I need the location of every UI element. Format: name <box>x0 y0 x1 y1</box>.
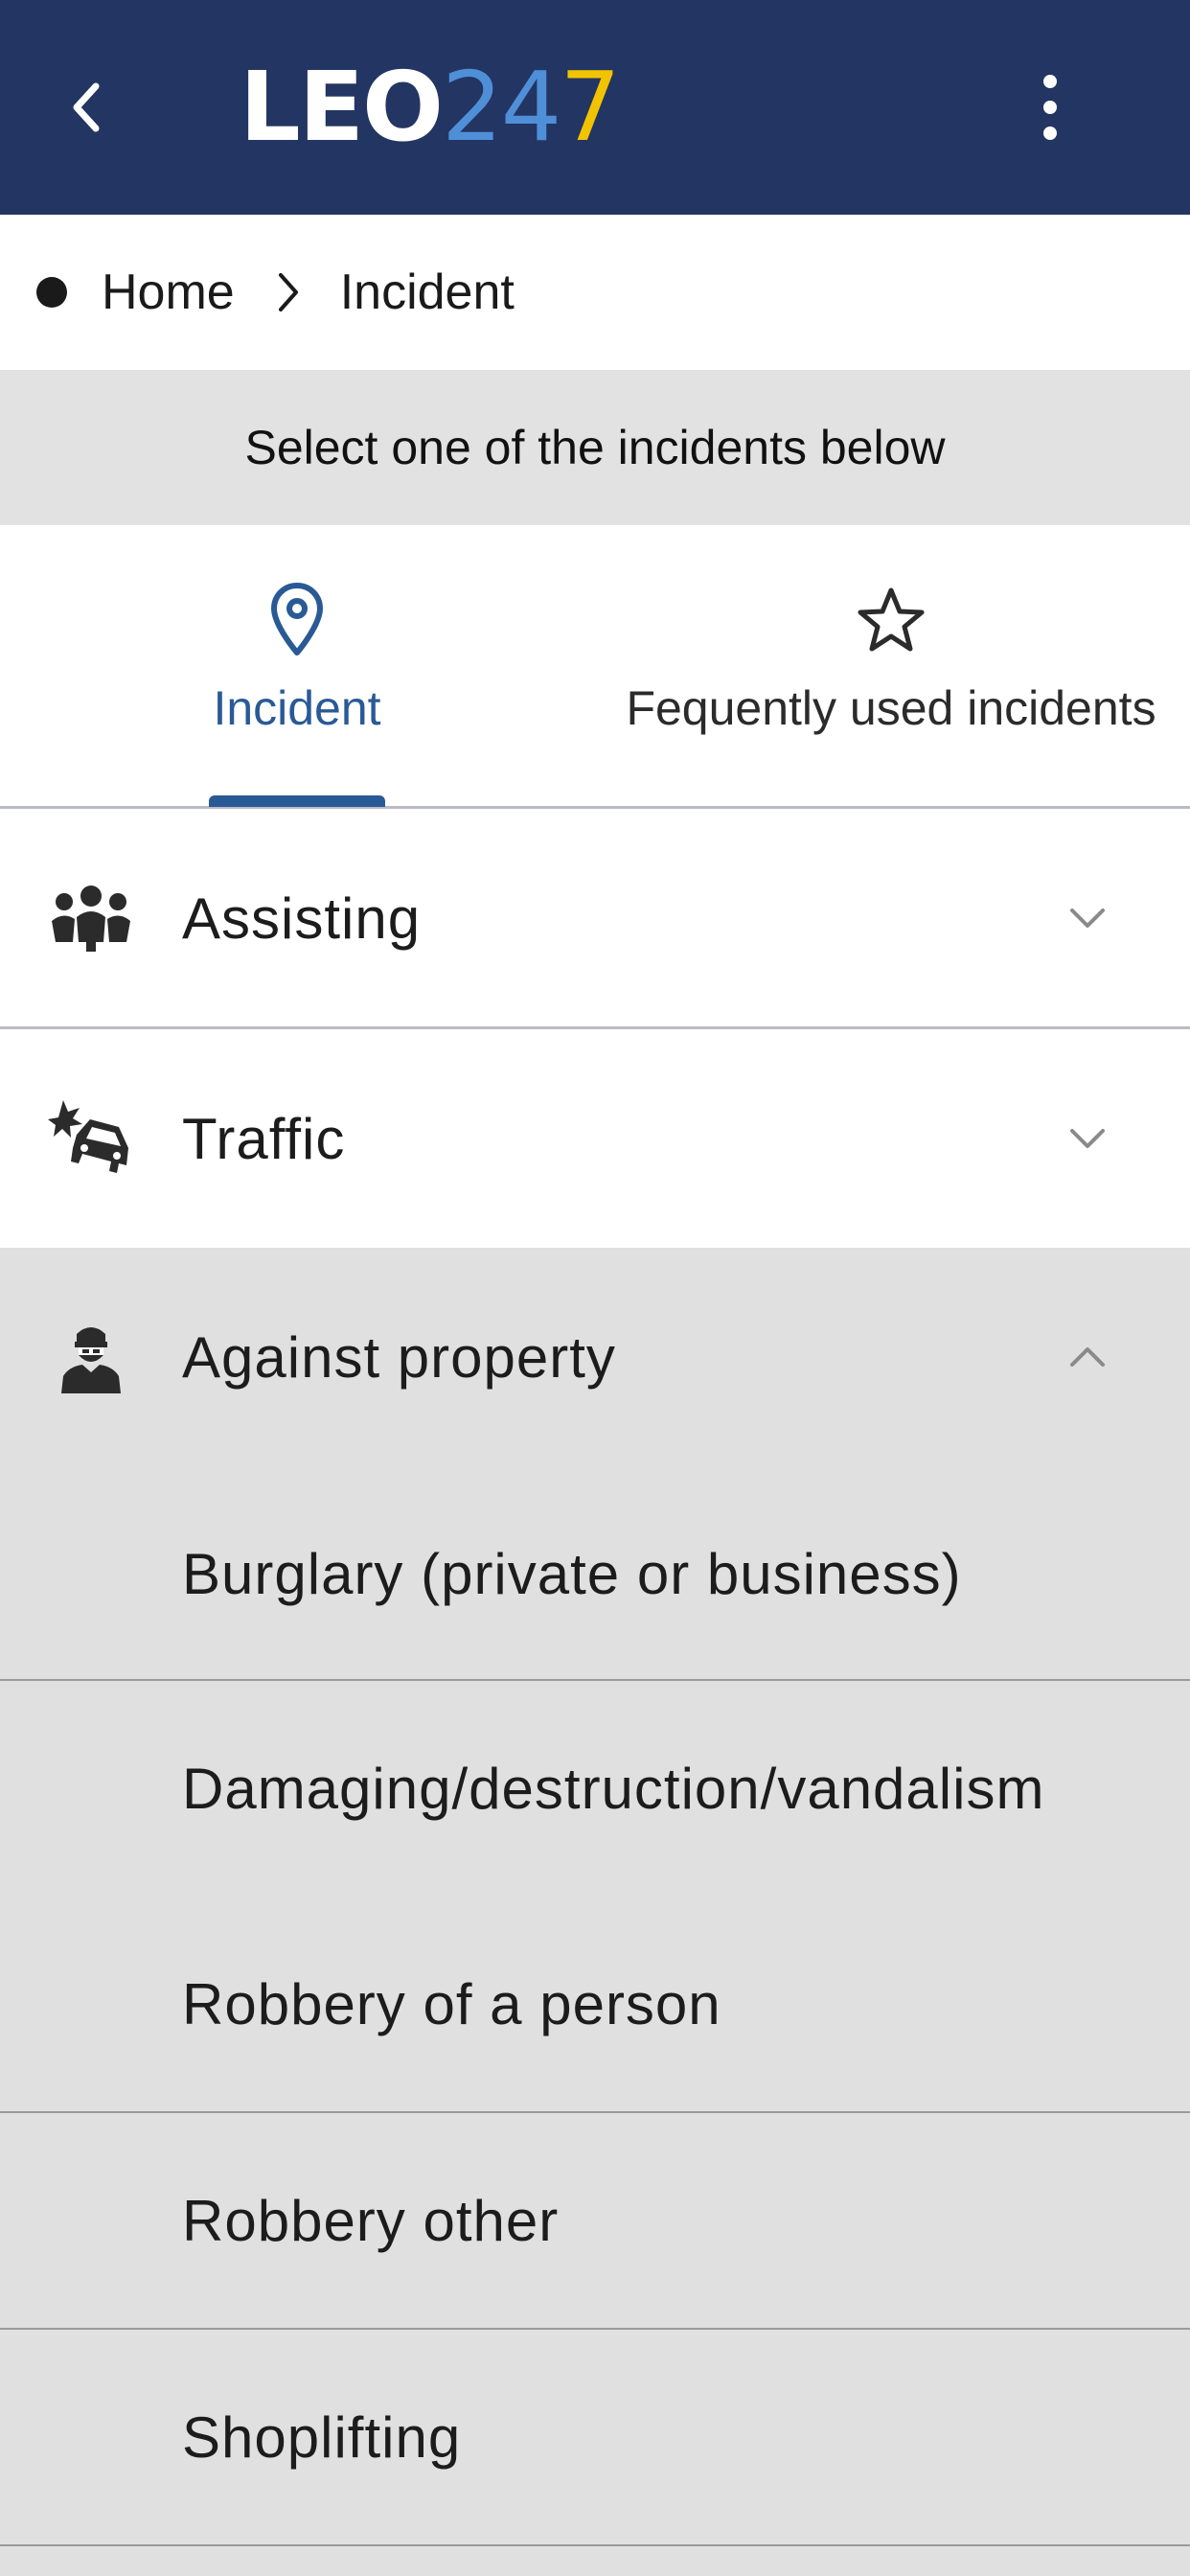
chevron-down-icon <box>1070 908 1105 928</box>
incident-item-label: Shoplifting <box>182 2405 462 2470</box>
incident-item-vandalism[interactable]: Damaging/destruction/vandalism <box>0 1681 1190 1897</box>
instruction-banner: Select one of the incidents below <box>0 370 1190 525</box>
incident-item-burglary[interactable]: Burglary (private or business) <box>0 1466 1190 1682</box>
incident-item-label: Damaging/destruction/vandalism <box>182 1757 1045 1821</box>
incident-item-label: Robbery other <box>182 2189 560 2253</box>
category-against-property[interactable]: Against property <box>0 1248 1190 1466</box>
category-label: Traffic <box>182 1106 346 1171</box>
divider <box>0 2544 1190 2546</box>
category-traffic[interactable]: Traffic <box>0 1029 1190 1248</box>
incident-item-label: Burglary (private or business) <box>182 1542 962 1606</box>
app-header: LEO 2 4 7 <box>0 0 1190 215</box>
chevron-left-icon <box>73 82 100 132</box>
chevron-right-icon <box>277 268 306 316</box>
tab-bar: Incident Fequently used incidents <box>0 525 1190 809</box>
chevron-down-icon <box>1070 1129 1105 1148</box>
category-assisting[interactable]: Assisting <box>0 809 1190 1027</box>
chevron-up-icon <box>1070 1347 1105 1367</box>
tab-frequently-used-label: Fequently used incidents <box>626 681 1156 735</box>
tab-frequently-used[interactable]: Fequently used incidents <box>604 525 1179 809</box>
more-vertical-icon <box>1043 75 1057 140</box>
incident-item-shoplifting[interactable]: Shoplifting <box>0 2330 1190 2545</box>
breadcrumb: Home Incident <box>0 215 1190 370</box>
tab-incident[interactable]: Incident <box>182 525 412 809</box>
burglar-icon <box>61 1327 121 1393</box>
breadcrumb-dot-icon <box>36 277 67 308</box>
tab-incident-label: Incident <box>213 681 381 735</box>
category-label: Against property <box>182 1324 616 1390</box>
app-logo: LEO 2 4 7 <box>240 51 621 163</box>
car-crash-icon <box>48 1100 128 1173</box>
incident-item-robbery-person[interactable]: Robbery of a person <box>0 1897 1190 2112</box>
category-label: Assisting <box>182 886 422 951</box>
star-icon <box>858 587 925 652</box>
incident-item-robbery-other[interactable]: Robbery other <box>0 2113 1190 2329</box>
more-options-button[interactable] <box>1025 69 1075 146</box>
group-icon <box>52 886 130 952</box>
active-tab-indicator <box>209 795 385 807</box>
breadcrumb-current: Incident <box>339 264 515 320</box>
back-button[interactable] <box>57 69 115 146</box>
incident-item-label: Robbery of a person <box>182 1972 721 2036</box>
map-pin-icon <box>271 583 323 656</box>
breadcrumb-home-link[interactable]: Home <box>102 264 235 321</box>
